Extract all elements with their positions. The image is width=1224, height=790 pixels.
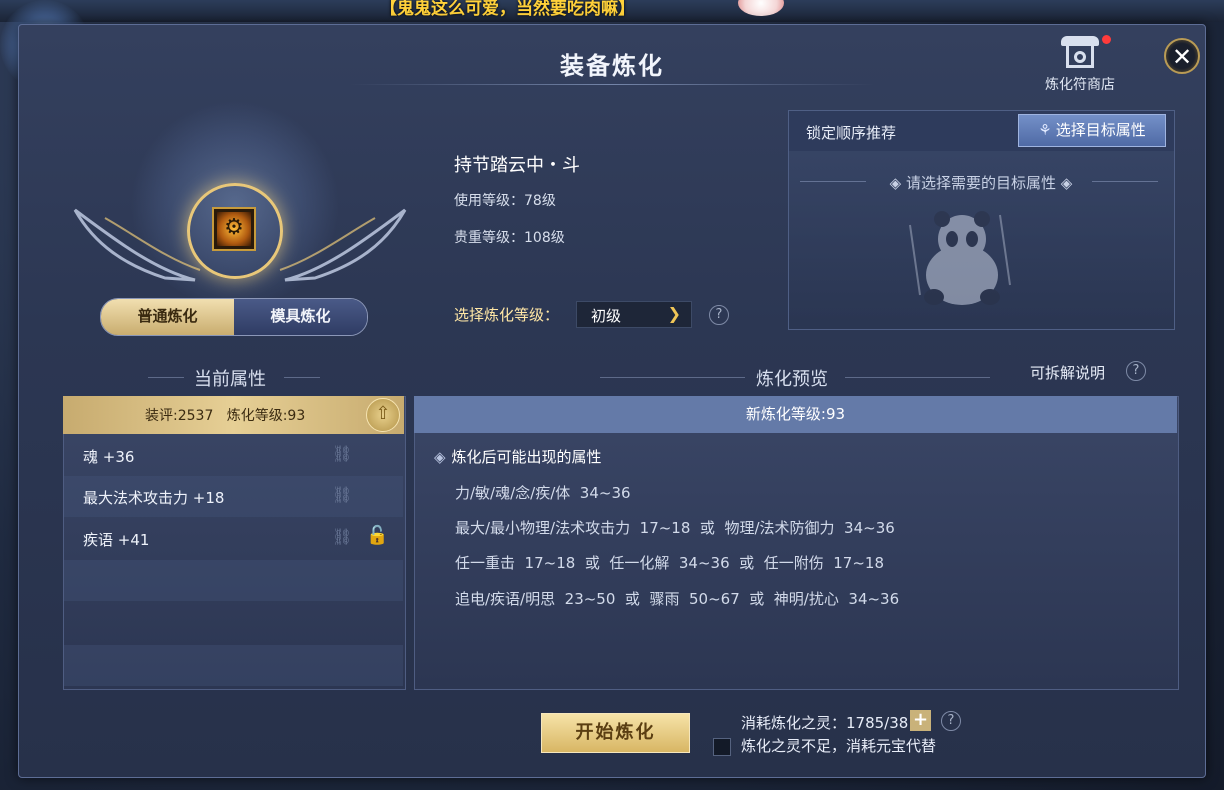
armor-icon: ⚙	[224, 215, 244, 240]
item-slot[interactable]: ⚙	[212, 207, 256, 251]
preview-section-title: 炼化预览	[756, 369, 828, 390]
shop-icon	[1057, 34, 1103, 74]
preview-title-divider-left	[600, 377, 745, 378]
current-section-title: 当前属性	[194, 369, 266, 390]
item-value-level: 贵重等级：108级	[454, 230, 565, 246]
preview-line: 最大/最小物理/法术攻击力 17~18 或 物理/法术防御力 34~36	[455, 519, 895, 537]
top-banner: 【鬼鬼这么可爱，当然要吃肉嘛】	[380, 0, 635, 19]
chain-link-icon: ⛓	[332, 527, 353, 546]
new-refine-level: 新炼化等级:93	[414, 396, 1177, 433]
preview-line: 追电/疾语/明思 23~50 或 骤雨 50~67 或 神明/扰心 34~36	[455, 590, 900, 608]
attribute-name: 疾语 +41	[83, 531, 150, 549]
disassemble-info-link[interactable]: 可拆解说明	[1030, 362, 1105, 383]
empty-attribute-row	[64, 645, 403, 686]
current-attributes-header: 装评:2537 炼化等级:93 ⇧	[63, 396, 404, 434]
attribute-row[interactable]: 魂 +36 ⛓	[64, 435, 403, 476]
lock-order-label: 锁定顺序推荐	[806, 124, 897, 142]
tab-normal-refine[interactable]: 普通炼化	[101, 299, 234, 335]
item-name: 持节踏云中・斗	[454, 155, 580, 176]
consume-spirit-text: 消耗炼化之灵：1785/38	[741, 714, 909, 732]
upgrade-arrow-icon[interactable]: ⇧	[366, 398, 400, 432]
attribute-row[interactable]: 最大法术攻击力 +18 ⛓	[64, 476, 403, 517]
title-divider	[350, 84, 874, 85]
add-spirit-button[interactable]: +	[910, 710, 931, 731]
preview-subtitle: ◈ 炼化后可能出现的属性	[434, 448, 602, 466]
chevron-down-icon: ❯	[667, 304, 681, 323]
chain-link-icon: ⛓	[332, 444, 353, 463]
current-title-divider-left	[148, 377, 184, 378]
substitute-checkbox[interactable]	[713, 738, 731, 756]
left-wing-ornament-icon	[73, 208, 201, 282]
current-title-divider-right	[284, 377, 320, 378]
disassemble-help-icon[interactable]: ?	[1126, 361, 1146, 381]
preview-panel	[414, 396, 1179, 690]
preview-line: 力/敏/魂/念/疾/体 34~36	[455, 484, 631, 502]
right-wing-ornament-icon	[279, 208, 407, 282]
unlock-icon[interactable]: 🔓	[366, 525, 388, 546]
consume-help-icon[interactable]: ?	[941, 711, 961, 731]
attribute-row[interactable]: 疾语 +41 ⛓ 🔓	[64, 518, 403, 559]
tab-mold-refine[interactable]: 模具炼化	[234, 299, 367, 335]
panda-icon	[909, 211, 1011, 305]
item-use-level: 使用等级：78级	[454, 193, 556, 209]
grade-dropdown[interactable]: 初级 ❯	[576, 301, 692, 328]
empty-attribute-row	[64, 560, 403, 601]
close-button[interactable]: ✕	[1164, 38, 1200, 74]
select-target-label: 选择目标属性	[1055, 121, 1146, 139]
notification-dot-icon	[1102, 35, 1111, 44]
grade-selected-value: 初级	[591, 307, 622, 325]
current-score-level: 装评:2537 炼化等级:93	[145, 408, 306, 424]
grade-label: 选择炼化等级：	[454, 306, 560, 324]
target-icon: ⚘	[1038, 121, 1052, 139]
select-target-button[interactable]: ⚘ 选择目标属性	[1018, 114, 1166, 147]
diamond-icon: ◈	[434, 448, 446, 466]
chain-link-icon: ⛓	[332, 485, 353, 504]
attribute-name: 最大法术攻击力 +18	[83, 489, 225, 507]
grade-help-icon[interactable]: ?	[709, 305, 729, 325]
shop-label: 炼化符商店	[1045, 77, 1115, 93]
preview-title-divider-right	[845, 377, 990, 378]
start-refine-button[interactable]: 开始炼化	[541, 713, 690, 753]
substitute-label: 炼化之灵不足，消耗元宝代替	[741, 737, 937, 755]
target-hint: ◈ 请选择需要的目标属性 ◈	[889, 174, 1073, 192]
mode-tabs: 普通炼化 模具炼化	[100, 298, 368, 336]
attribute-name: 魂 +36	[83, 448, 135, 466]
preview-line: 任一重击 17~18 或 任一化解 34~36 或 任一附伤 17~18	[455, 554, 884, 572]
shop-button[interactable]: 炼化符商店	[1032, 34, 1128, 94]
